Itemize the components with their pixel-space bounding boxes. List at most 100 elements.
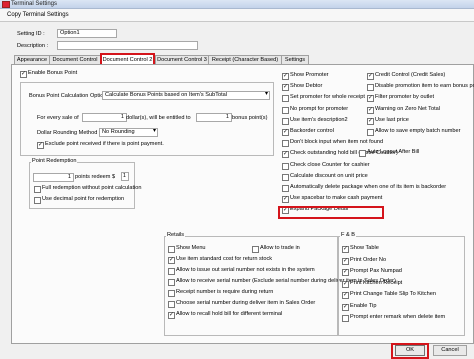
right-option-label: Filter promoter by outlet xyxy=(375,94,435,101)
calc-option-dropdown[interactable]: Calculate Bonus Points based on Item's S… xyxy=(102,91,270,100)
middle-option-label: Show Promoter xyxy=(290,72,329,78)
right-option-label: Credit Control (Credit Sales) xyxy=(375,72,446,78)
middle-option-label: Check close Counter for cashier xyxy=(290,161,370,168)
window-titlebar: Terminal Settings xyxy=(0,0,474,9)
middle-option-label: Set promoter for whole receipt xyxy=(290,94,365,101)
middle-option-checkbox[interactable] xyxy=(282,140,289,148)
right-option-label: Warning on Zero Net Total xyxy=(375,105,440,112)
fnb-option-checkbox[interactable] xyxy=(342,303,349,311)
middle-option-checkbox[interactable] xyxy=(282,128,289,136)
middle-option-checkbox[interactable] xyxy=(282,173,289,181)
every-sale-label: For every sale of xyxy=(37,115,79,121)
right-option-checkbox[interactable] xyxy=(367,72,374,80)
retails-option-checkbox[interactable] xyxy=(168,268,175,275)
retails-option-checkbox[interactable] xyxy=(168,279,175,286)
fnb-option-label: Print Kitchen Receipt xyxy=(350,279,403,286)
right-option-checkbox[interactable] xyxy=(367,94,374,103)
retails-title: Retails xyxy=(166,232,186,239)
middle-option-checkbox[interactable] xyxy=(282,150,289,159)
ok-button[interactable]: OK xyxy=(395,345,425,356)
right-option-checkbox[interactable] xyxy=(367,84,374,92)
allow-trade-in-checkbox[interactable] xyxy=(252,246,259,253)
middle-option-checkbox[interactable] xyxy=(282,83,289,92)
middle-option-label: No prompt for promoter xyxy=(290,105,349,112)
exclude-point-label: Exclude point received if there is point… xyxy=(45,141,164,147)
auto-logout-checkbox[interactable] xyxy=(359,150,366,157)
middle-option-label: Don't block input when item not found xyxy=(290,139,384,146)
fnb-option-label: Show Table xyxy=(350,245,379,251)
description-label: Description : xyxy=(17,43,49,49)
cancel-button[interactable]: Cancel xyxy=(433,345,467,356)
rounding-label: Dollar Rounding Method xyxy=(37,130,98,136)
app-icon xyxy=(2,1,10,8)
calc-option-label: Bonus Point Calculation Option xyxy=(29,93,107,99)
right-option-checkbox[interactable] xyxy=(367,117,374,125)
middle-option-checkbox[interactable] xyxy=(282,106,289,114)
full-redemption-label: Full redemption without point calculatio… xyxy=(42,185,142,191)
fnb-title: F & B xyxy=(340,232,356,239)
fnb-option-label: Prompt Pax Numpad xyxy=(350,268,402,274)
points-redeem-label: points redeem $ xyxy=(75,174,116,180)
dollars-label: dollar(s), will be entitled to xyxy=(126,115,191,121)
decimal-point-label: Use decimal point for redemption xyxy=(42,196,125,202)
fnb-option-checkbox[interactable] xyxy=(342,291,349,299)
retails-option-checkbox[interactable] xyxy=(168,256,175,264)
retails-option-label: Allow to recall hold bill for different … xyxy=(176,311,283,317)
bonus-points-label: bonus point(s) xyxy=(232,115,268,121)
middle-option-checkbox[interactable] xyxy=(282,117,289,125)
allow-trade-in-label: Allow to trade in xyxy=(260,245,300,251)
fnb-option-label: Prompt enter remark when delete item xyxy=(350,314,446,320)
fnb-option-label: Print Order No xyxy=(350,256,387,263)
retails-option-checkbox[interactable] xyxy=(168,311,175,319)
right-option-label: Disable promotion item to earn bonus poi… xyxy=(375,83,474,90)
fnb-option-checkbox[interactable] xyxy=(342,280,349,288)
right-option-label: Use last price xyxy=(375,116,409,123)
redeem-dollar-field[interactable]: 1 xyxy=(121,172,129,181)
enable-bonus-point-label: Enable Bonus Point xyxy=(28,70,78,76)
retails-option-checkbox[interactable] xyxy=(168,301,175,308)
middle-option-label: Backorder control xyxy=(290,128,334,134)
right-option-label: Allow to save empty batch number xyxy=(375,128,461,134)
retails-option-label: Use item standard cost for return stock xyxy=(176,256,273,262)
middle-option-label: Use item's description2 xyxy=(290,116,348,123)
middle-option-checkbox[interactable] xyxy=(282,195,289,204)
fnb-option-checkbox[interactable] xyxy=(342,245,349,253)
retails-option-label: Choose serial number during deliver item… xyxy=(176,300,316,306)
setting-id-field[interactable]: Option1 xyxy=(57,29,117,38)
middle-option-label: Show Debtor xyxy=(290,83,323,90)
right-option-checkbox[interactable] xyxy=(367,106,374,114)
redeem-points-field[interactable]: 1 xyxy=(33,173,74,182)
middle-option-label: Use spacebar to make cash payment xyxy=(290,195,383,202)
retails-option-label: Allow to issue out serial number not exi… xyxy=(176,267,315,273)
exclude-point-checkbox[interactable] xyxy=(37,141,44,149)
point-redemption-title: Point Redemption xyxy=(31,158,78,165)
fnb-option-label: Enable Tip xyxy=(350,302,377,309)
description-field[interactable] xyxy=(57,41,198,50)
window-title: Terminal Settings xyxy=(11,1,58,7)
show-menu-checkbox[interactable] xyxy=(168,246,175,253)
toolbar: Copy Terminal Settings xyxy=(0,9,474,22)
retails-option-label: Receipt number is require during return xyxy=(176,289,274,295)
middle-option-label: Calculate discount on unit price xyxy=(290,172,368,179)
fnb-option-checkbox[interactable] xyxy=(342,315,349,322)
retails-option-checkbox[interactable] xyxy=(168,290,175,297)
middle-option-label: Automatically delete package when one of… xyxy=(290,184,447,190)
entitled-field[interactable]: 1 xyxy=(196,113,232,122)
auto-logout-label: Auto Logout After Bill xyxy=(367,149,420,155)
fnb-option-checkbox[interactable] xyxy=(342,257,349,265)
spacebar-highlight xyxy=(278,206,384,219)
fnb-option-label: Print Change Table Slip To Kitchen xyxy=(350,291,436,297)
middle-option-checkbox[interactable] xyxy=(282,72,289,80)
every-sale-field[interactable]: 1 xyxy=(82,113,127,122)
middle-option-checkbox[interactable] xyxy=(282,162,289,170)
decimal-point-checkbox[interactable] xyxy=(34,197,41,204)
middle-option-checkbox[interactable] xyxy=(282,95,289,103)
fnb-option-checkbox[interactable] xyxy=(342,268,349,276)
right-option-checkbox[interactable] xyxy=(367,129,374,136)
full-redemption-checkbox[interactable] xyxy=(34,186,41,193)
copy-terminal-settings-button[interactable]: Copy Terminal Settings xyxy=(7,10,69,20)
show-menu-label: Show Menu xyxy=(176,245,206,251)
enable-bonus-point-checkbox[interactable] xyxy=(20,70,27,78)
middle-option-checkbox[interactable] xyxy=(282,185,289,192)
rounding-dropdown[interactable]: No Rounding xyxy=(99,128,158,137)
